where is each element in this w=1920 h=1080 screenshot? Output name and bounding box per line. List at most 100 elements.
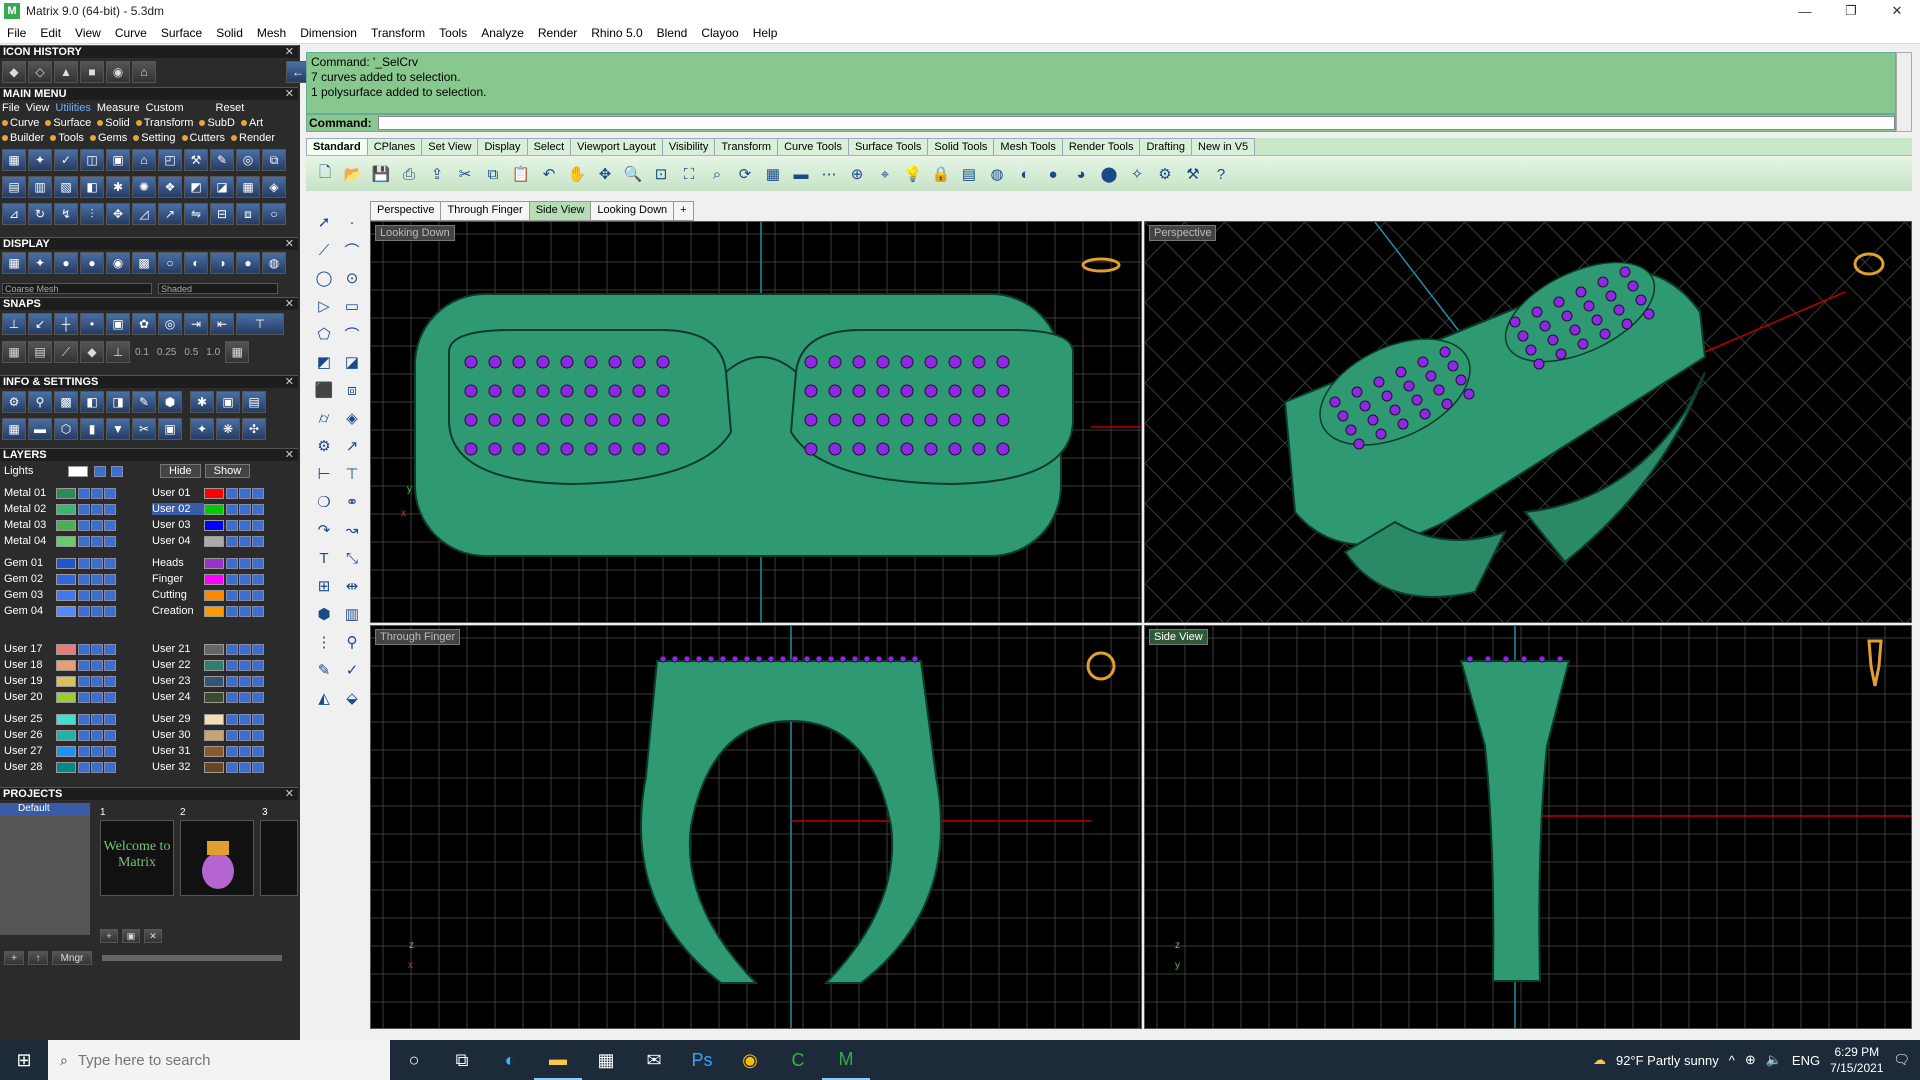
lock-icon[interactable]: [226, 729, 238, 741]
tool-icon[interactable]: ⊿: [2, 203, 26, 225]
layer-row[interactable]: Metal 02: [4, 501, 117, 517]
mm-tools[interactable]: Tools: [50, 132, 84, 144]
tool-icon[interactable]: ▤: [2, 176, 26, 198]
lock-icon[interactable]: [226, 643, 238, 655]
tool-icon[interactable]: ⇋: [184, 203, 208, 225]
tool-tab[interactable]: Mesh Tools: [993, 138, 1063, 155]
display-icon[interactable]: ✦: [28, 252, 52, 274]
sphere-icon[interactable]: ◕: [1068, 161, 1094, 187]
info-icon[interactable]: ▣: [158, 418, 182, 440]
history-tool-icon[interactable]: ◆: [2, 61, 26, 83]
visibility-icon[interactable]: [104, 487, 116, 499]
tool-icon[interactable]: ↯: [54, 203, 78, 225]
lock-icon[interactable]: [226, 589, 238, 601]
bulb-icon[interactable]: [91, 573, 103, 585]
taskbar-search[interactable]: ⌕: [48, 1040, 390, 1080]
layer-name[interactable]: User 02: [152, 503, 204, 515]
snap-icon[interactable]: ⊤: [236, 313, 284, 335]
bulb-icon[interactable]: [239, 675, 251, 687]
tool-tab[interactable]: Solid Tools: [927, 138, 995, 155]
select-arrow-icon[interactable]: ➚: [312, 211, 336, 233]
tool-icon[interactable]: ▣: [106, 149, 130, 171]
info-icon[interactable]: ▬: [28, 418, 52, 440]
mm-gems[interactable]: Gems: [89, 132, 127, 144]
layer-color-swatch[interactable]: [204, 691, 224, 703]
layer-name[interactable]: Creation: [152, 605, 204, 617]
visibility-icon[interactable]: [104, 729, 116, 741]
lock-icon[interactable]: [78, 713, 90, 725]
viewport-tab[interactable]: +: [673, 201, 694, 221]
bulb-icon[interactable]: [239, 589, 251, 601]
info-icon[interactable]: ▮: [80, 418, 104, 440]
fillet-icon[interactable]: ↷: [312, 519, 336, 541]
bulb-icon[interactable]: [239, 691, 251, 703]
info-icon[interactable]: ▤: [242, 391, 266, 413]
tool-icon[interactable]: ⌂: [132, 149, 156, 171]
tool-icon[interactable]: ⧉: [262, 149, 286, 171]
layer-color-swatch[interactable]: [204, 573, 224, 585]
visibility-icon[interactable]: [252, 761, 264, 773]
close-icon[interactable]: ✕: [285, 449, 294, 462]
menu-file[interactable]: File: [0, 26, 33, 40]
bulb-icon[interactable]: [91, 605, 103, 617]
bulb-icon[interactable]: [91, 589, 103, 601]
layer-name[interactable]: User 28: [4, 761, 56, 773]
export-icon[interactable]: ⇪: [424, 161, 450, 187]
arc-icon[interactable]: ⌒: [340, 323, 364, 345]
layer-row[interactable]: Heads: [152, 555, 265, 571]
chrome-icon[interactable]: ◉: [726, 1040, 774, 1080]
mm-utilities[interactable]: Utilities: [55, 102, 90, 114]
photoshop-icon[interactable]: Ps: [678, 1040, 726, 1080]
paste-icon[interactable]: 📋: [508, 161, 534, 187]
snap-icon[interactable]: ┼: [54, 313, 78, 335]
lock-icon[interactable]: [78, 761, 90, 773]
visibility-icon[interactable]: [104, 713, 116, 725]
tool-icon[interactable]: ↻: [28, 203, 52, 225]
zoom-extents-icon[interactable]: ⛶: [676, 161, 702, 187]
visibility-icon[interactable]: [252, 503, 264, 515]
bulb-icon[interactable]: [239, 761, 251, 773]
layer-color-swatch[interactable]: [56, 605, 76, 617]
snap-icon[interactable]: ⇥: [184, 313, 208, 335]
snap-icon[interactable]: ⌖: [872, 161, 898, 187]
mm-cutters[interactable]: Cutters: [181, 132, 225, 144]
menu-solid[interactable]: Solid: [209, 26, 250, 40]
visibility-icon[interactable]: [104, 691, 116, 703]
tool-icon[interactable]: ◪: [210, 176, 234, 198]
layer-row[interactable]: User 02: [152, 501, 265, 517]
visibility-icon[interactable]: [252, 573, 264, 585]
info-icon[interactable]: ◨: [106, 391, 130, 413]
history-tool-icon[interactable]: ▲: [54, 61, 78, 83]
project-thumb-3[interactable]: [260, 820, 298, 896]
new-icon[interactable]: 🗋: [312, 161, 338, 187]
visibility-icon[interactable]: [252, 713, 264, 725]
layer-row[interactable]: User 19: [4, 673, 117, 689]
layer-color-swatch[interactable]: [204, 605, 224, 617]
tool-icon[interactable]: ⫶: [80, 203, 104, 225]
layer-color-swatch[interactable]: [56, 519, 76, 531]
layer-color-swatch[interactable]: [56, 487, 76, 499]
visibility-icon[interactable]: [104, 643, 116, 655]
scale-icon[interactable]: ⤡: [340, 547, 364, 569]
viewport-tab[interactable]: Looking Down: [590, 201, 675, 221]
mm-subd[interactable]: SubD: [199, 117, 235, 129]
tool-icon[interactable]: ◈: [262, 176, 286, 198]
display-icon[interactable]: ▩: [132, 252, 156, 274]
bulb-icon[interactable]: [91, 503, 103, 515]
display-icon[interactable]: ◑: [210, 252, 234, 274]
layer-name[interactable]: Gem 04: [4, 605, 56, 617]
lock-icon[interactable]: [226, 605, 238, 617]
bulb-icon[interactable]: [91, 691, 103, 703]
snap-icon[interactable]: ⟋: [54, 341, 78, 363]
layer-name[interactable]: User 32: [152, 761, 204, 773]
tool-tab[interactable]: Render Tools: [1061, 138, 1141, 155]
close-icon[interactable]: ✕: [285, 298, 294, 311]
zoom-icon[interactable]: 🔍: [620, 161, 646, 187]
paint-icon[interactable]: ⬙: [340, 687, 364, 709]
layer-name[interactable]: User 23: [152, 675, 204, 687]
volume-icon[interactable]: 🔈: [1766, 1052, 1782, 1068]
camtasia-icon[interactable]: C: [774, 1040, 822, 1080]
mm-transform[interactable]: Transform: [135, 117, 193, 129]
visibility-icon[interactable]: [104, 573, 116, 585]
layer-row[interactable]: User 04: [152, 533, 265, 549]
